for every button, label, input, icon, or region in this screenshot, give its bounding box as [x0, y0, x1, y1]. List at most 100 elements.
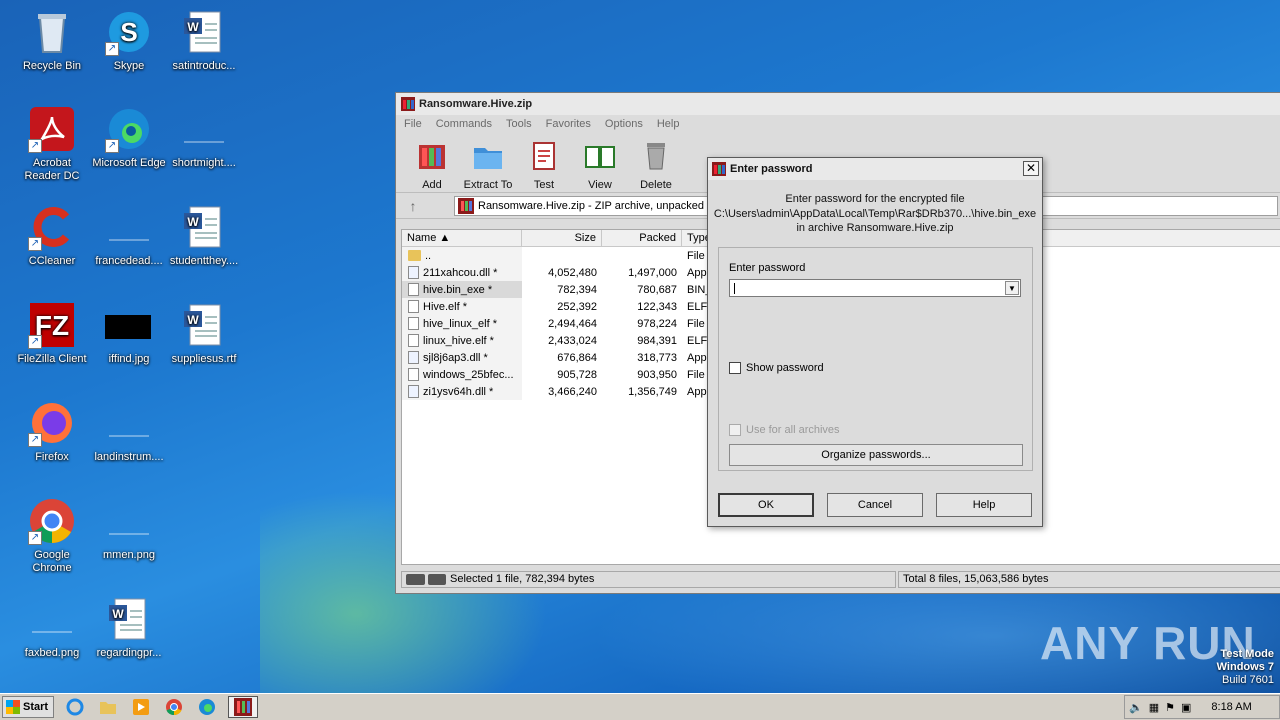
desktop-icon-ccleaner[interactable]: ↗ CCleaner: [14, 203, 90, 268]
chrome-taskbar-icon[interactable]: [162, 696, 186, 718]
flag-icon[interactable]: ⚑: [1165, 701, 1175, 714]
taskbar: Start 🔈 ▦ ⚑ ▣ 8:18 AM: [0, 693, 1280, 720]
winrar-titlebar[interactable]: Ransomware.Hive.zip: [396, 93, 1280, 115]
word-doc-icon: W: [180, 203, 228, 251]
start-button[interactable]: Start: [2, 696, 54, 718]
file-icon: [408, 300, 419, 313]
edge-icon: ↗: [105, 105, 153, 153]
menu-help[interactable]: Help: [649, 118, 686, 130]
desktop-icon-francedead[interactable]: francedead....: [91, 203, 167, 268]
delete-button[interactable]: Delete: [628, 137, 684, 191]
message-line-1: Enter password for the encrypted file: [785, 193, 965, 205]
desktop-icon-label: Microsoft Edge: [92, 157, 166, 169]
word-doc-icon: W: [105, 595, 153, 643]
chevron-down-icon[interactable]: ▼: [1005, 281, 1019, 295]
build-line: Build 7601: [1222, 674, 1274, 686]
clock[interactable]: 8:18 AM: [1211, 701, 1251, 713]
password-group: Enter password ▼ Show password Use for a…: [718, 247, 1033, 471]
menu-commands[interactable]: Commands: [428, 118, 498, 130]
desktop-icon-studentthey[interactable]: Wstudentthey....: [166, 203, 242, 268]
menu-file[interactable]: File: [396, 118, 428, 130]
shortcut-arrow-icon: ↗: [105, 42, 119, 56]
desktop-icon-label: satintroduc...: [172, 60, 236, 72]
show-password-label: Show password: [746, 362, 824, 374]
svg-text:W: W: [187, 215, 199, 229]
desktop-icon-suppliesus-rtf[interactable]: Wsuppliesus.rtf: [166, 301, 242, 366]
edge-taskbar-icon[interactable]: [195, 696, 219, 718]
file-size-cell: 252,392: [557, 300, 597, 313]
desktop-icon-skype[interactable]: S ↗ Skype: [91, 8, 167, 73]
winrar-taskbar-icon[interactable]: [228, 696, 258, 718]
menu-options[interactable]: Options: [597, 118, 649, 130]
desktop-icon-faxbed-png[interactable]: faxbed.png: [14, 595, 90, 660]
desktop-icon-microsoft-edge[interactable]: ↗ Microsoft Edge: [91, 105, 167, 170]
col-packed[interactable]: Packed: [602, 230, 682, 246]
file-icon: [408, 283, 419, 296]
desktop-icon-label: regardingpr...: [96, 647, 162, 659]
status-total: Total 8 files, 15,063,586 bytes: [898, 570, 1280, 588]
desktop-icon-regardingpr[interactable]: Wregardingpr...: [91, 595, 167, 660]
menubar: File Commands Tools Favorites Options He…: [396, 115, 1280, 133]
desktop-icon-google-chrome[interactable]: ↗ Google Chrome: [14, 497, 90, 575]
password-input[interactable]: ▼: [729, 279, 1021, 297]
folder-icon: [474, 148, 502, 169]
desktop-icon-shortmight[interactable]: shortmight....: [166, 105, 242, 170]
close-icon[interactable]: ✕: [1023, 161, 1039, 176]
network-icon[interactable]: ▦: [1149, 701, 1159, 714]
file-size-cell: 905,728: [557, 368, 597, 381]
svg-text:S: S: [120, 17, 137, 47]
password-dialog: Enter password ✕ Enter password for the …: [707, 157, 1043, 527]
action-center-icon[interactable]: ▣: [1181, 701, 1191, 714]
dll-file-icon: [408, 266, 419, 279]
cancel-button[interactable]: Cancel: [827, 493, 923, 517]
file-name-cell: ..: [402, 247, 522, 264]
system-tray: 🔈 ▦ ⚑ ▣ 8:18 AM: [1124, 695, 1280, 719]
dialog-titlebar[interactable]: Enter password: [708, 158, 1042, 180]
desktop-icon-acrobat-reader-dc[interactable]: ↗ Acrobat Reader DC: [14, 105, 90, 183]
col-name[interactable]: Name ▲: [402, 230, 522, 246]
help-button[interactable]: Help: [936, 493, 1032, 517]
desktop-icon-mmen-png[interactable]: mmen.png: [91, 497, 167, 562]
desktop-icon-satintroduc[interactable]: Wsatintroduc...: [166, 8, 242, 73]
file-icon: [408, 368, 419, 381]
show-password-checkbox[interactable]: Show password: [729, 362, 824, 374]
blank-file-icon: [180, 105, 228, 153]
file-name-cell: hive_linux_elf *: [402, 315, 522, 332]
file-packed-cell: 122,343: [637, 300, 677, 313]
media-player-taskbar-icon[interactable]: [129, 696, 153, 718]
menu-favorites[interactable]: Favorites: [538, 118, 597, 130]
col-size[interactable]: Size: [522, 230, 602, 246]
desktop-icon-landinstrum[interactable]: landinstrum....: [91, 399, 167, 464]
file-name-cell: Hive.elf *: [402, 298, 522, 315]
add-button[interactable]: Add: [404, 137, 460, 191]
view-button[interactable]: View: [572, 137, 628, 191]
desktop-icon-recycle-bin[interactable]: Recycle Bin: [14, 8, 90, 73]
desktop-icon-iffind-jpg[interactable]: iffind.jpg: [91, 301, 167, 366]
checkbox-box: [729, 424, 741, 436]
ok-button[interactable]: OK: [718, 493, 814, 517]
add-archive-icon: [419, 145, 445, 169]
file-name: windows_25bfec...: [423, 368, 514, 381]
organize-passwords-button[interactable]: Organize passwords...: [729, 444, 1023, 466]
speaker-icon[interactable]: 🔈: [1129, 701, 1143, 714]
file-packed-cell: 978,224: [637, 317, 677, 330]
winrar-icon: [401, 97, 415, 111]
up-arrow-icon[interactable]: ↑: [402, 196, 424, 216]
desktop-icon-filezilla-client[interactable]: FZ ↗ FileZilla Client: [14, 301, 90, 366]
message-line-3: in archive Ransomware.Hive.zip: [796, 222, 954, 234]
file-name: zi1ysv64h.dll *: [423, 385, 494, 398]
file-size-cell: 676,864: [557, 351, 597, 364]
window-title: Ransomware.Hive.zip: [419, 98, 533, 110]
menu-tools[interactable]: Tools: [498, 118, 538, 130]
delete-label: Delete: [640, 179, 672, 191]
test-button[interactable]: Test: [516, 137, 572, 191]
windows-logo-icon: [6, 700, 20, 714]
desktop-icon-label: Recycle Bin: [22, 60, 82, 72]
extract-to-button[interactable]: Extract To: [460, 137, 516, 191]
desktop-icon-label: iffind.jpg: [108, 353, 150, 365]
dialog-title: Enter password: [730, 163, 813, 175]
skype-icon: S ↗: [105, 8, 153, 56]
ie-taskbar-icon[interactable]: [63, 696, 87, 718]
explorer-taskbar-icon[interactable]: [96, 696, 120, 718]
desktop-icon-firefox[interactable]: ↗ Firefox: [14, 399, 90, 464]
